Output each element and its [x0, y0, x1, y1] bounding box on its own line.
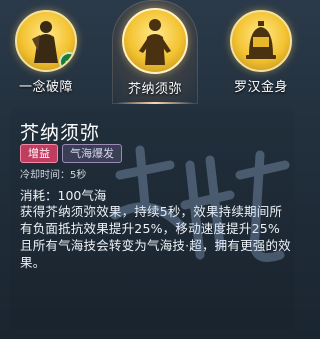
tab-label: 芥纳须弥: [127, 82, 182, 97]
tab-yinian-pozhang[interactable]: ✔ 一念破障: [8, 0, 84, 104]
monk-icon: [122, 8, 188, 74]
tab-label: 一念破障: [18, 80, 73, 95]
tag-buff: 增益: [20, 144, 58, 163]
skill-description: 获得芥纳须弥效果，持续5秒，效果持续期间所有负面抵抗效果提升25%，移动速度提升…: [20, 204, 291, 270]
bell-icon: [230, 10, 292, 72]
tag-burst: 气海爆发: [62, 144, 122, 163]
tab-label: 罗汉金身: [233, 80, 288, 95]
tab-luohan-jinshen[interactable]: 罗汉金身: [223, 0, 299, 104]
skill-title: 芥纳须弥: [20, 122, 101, 144]
check-icon: ✔: [59, 52, 75, 70]
skill-tags: 增益 气海爆发: [20, 144, 122, 163]
tab-jiena-xumi[interactable]: 芥纳须弥: [112, 0, 198, 104]
skill-tabs: ✔ 一念破障 芥纳须弥 罗汉金身: [0, 0, 305, 108]
cost-text: 消耗：100气海: [20, 188, 107, 203]
cooldown-text: 冷却时间：5秒: [20, 170, 87, 181]
warrior-icon: ✔: [15, 10, 77, 72]
